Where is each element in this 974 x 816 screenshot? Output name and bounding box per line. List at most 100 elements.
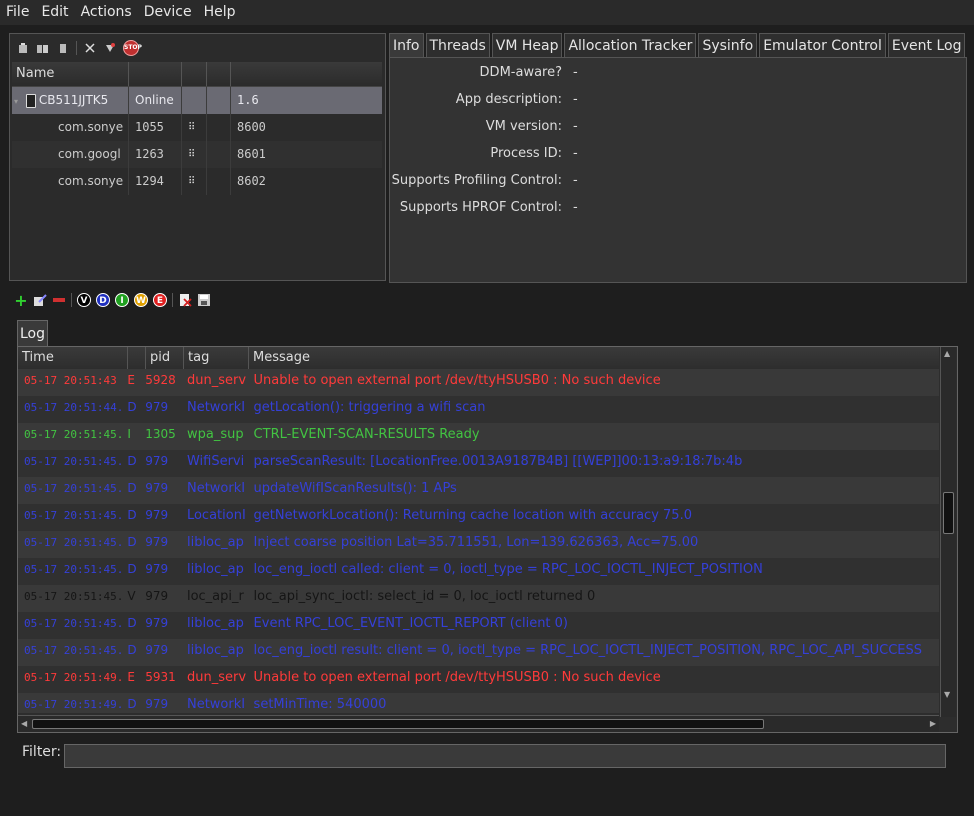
clear-log-icon[interactable]: [178, 293, 192, 307]
update-heap-icon[interactable]: [16, 41, 30, 55]
tab-threads[interactable]: Threads: [425, 33, 490, 57]
edit-filter-icon[interactable]: [33, 293, 47, 307]
log-row[interactable]: 05-17 20:51:45. D 979 libloc_ap loc_eng_ioct…: [18, 639, 939, 666]
col-extra[interactable]: [207, 62, 231, 86]
col-name[interactable]: Name: [12, 62, 129, 86]
client-port: 8602: [237, 174, 266, 188]
tab-allocation-tracker[interactable]: Allocation Tracker: [564, 33, 697, 57]
log-row[interactable]: 05-17 20:51:43 E 5928 dun_serv Unable to ope…: [18, 369, 939, 396]
expand-toggle-icon[interactable]: ▾: [14, 97, 18, 106]
log-row[interactable]: 05-17 20:51:45. I 1305 wpa_sup CTRL-EVENT-SC…: [18, 423, 939, 450]
log-vertical-scrollbar[interactable]: ▲ ▼: [940, 347, 956, 717]
log-row[interactable]: 05-17 20:51:45. D 979 libloc_ap Inject coars…: [18, 531, 939, 558]
client-c4: [207, 141, 231, 168]
client-name: com.sonye: [12, 114, 129, 141]
device-panel: STOP Name ▾ CB511JJTK5 Online 1.6 com.so…: [9, 33, 386, 281]
info-label: DDM-aware?: [479, 65, 562, 80]
log-row[interactable]: 05-17 20:51:45. V 979 loc_api_r loc_api_sync…: [18, 585, 939, 612]
scroll-down-icon[interactable]: ▼: [944, 690, 950, 699]
client-row[interactable]: com.sonye 1294 ⠿ 8602: [12, 168, 382, 195]
log-row[interactable]: 05-17 20:51:44. D 979 NetworkI getLocation()…: [18, 396, 939, 423]
menu-edit[interactable]: Edit: [35, 0, 74, 25]
info-row: Process ID: -: [390, 140, 966, 167]
scroll-left-icon[interactable]: ◀: [21, 719, 27, 728]
scroll-up-icon[interactable]: ▲: [944, 349, 950, 358]
info-row: Supports HPROF Control: -: [390, 194, 966, 221]
log-pid: 1305: [145, 427, 176, 441]
cause-gc-icon[interactable]: [83, 41, 97, 55]
menu-help[interactable]: Help: [198, 0, 242, 25]
log-level: D: [127, 481, 137, 495]
log-row[interactable]: 05-17 20:51:49. D 979 NetworkI setMinTime: 5…: [18, 693, 939, 713]
col-port[interactable]: [231, 62, 382, 86]
client-port: 8601: [237, 147, 266, 161]
col-status[interactable]: [129, 62, 182, 86]
client-row[interactable]: com.googl 1263 ⠿ 8601: [12, 141, 382, 168]
scroll-thumb[interactable]: [32, 719, 764, 729]
tab-sysinfo[interactable]: Sysinfo: [698, 33, 758, 57]
info-row: VM version: -: [390, 113, 966, 140]
col-time[interactable]: Time: [18, 347, 128, 369]
menu-file[interactable]: File: [0, 0, 35, 25]
log-level-info-button[interactable]: I: [115, 293, 129, 307]
save-log-icon[interactable]: [197, 293, 211, 307]
log-message: getLocation(): triggering a wifi scan: [253, 400, 486, 415]
tab-emulator-control[interactable]: Emulator Control: [759, 33, 886, 57]
scroll-thumb[interactable]: [943, 492, 954, 534]
stop-process-icon[interactable]: STOP: [123, 40, 142, 56]
menu-actions[interactable]: Actions: [75, 0, 138, 25]
log-row[interactable]: 05-17 20:51:45. D 979 libloc_ap loc_eng_ioct…: [18, 558, 939, 585]
client-name: com.googl: [12, 141, 129, 168]
tab-log[interactable]: Log: [17, 320, 48, 346]
log-message: getNetworkLocation(): Returning cache lo…: [253, 508, 692, 523]
log-level-error-button[interactable]: E: [153, 293, 167, 307]
log-level-verbose-button[interactable]: V: [77, 293, 91, 307]
tab-vm-heap[interactable]: VM Heap: [491, 33, 563, 57]
log-row[interactable]: 05-17 20:51:49. E 5931 dun_serv Unable to op…: [18, 666, 939, 693]
info-label: Supports Profiling Control:: [391, 173, 562, 188]
log-row[interactable]: 05-17 20:51:45. D 979 WifiServi parseScanRes…: [18, 450, 939, 477]
tab-event-log[interactable]: Event Log: [887, 33, 966, 57]
log-pid: 5931: [145, 670, 176, 684]
scroll-right-icon[interactable]: ▶: [930, 719, 936, 728]
dump-hprof-icon[interactable]: [56, 41, 70, 55]
client-c4: [207, 114, 231, 141]
log-horizontal-scrollbar[interactable]: ◀ ▶: [18, 715, 939, 732]
log-level: V: [127, 589, 136, 603]
info-value: -: [573, 146, 578, 161]
col-tag[interactable]: tag: [184, 347, 249, 369]
log-level-warn-button[interactable]: W: [134, 293, 148, 307]
client-pid: 1263: [129, 141, 182, 168]
log-toolbar: + V D I W E: [14, 290, 211, 310]
delete-filter-icon[interactable]: [52, 293, 66, 307]
log-time: 05-17 20:51:45.: [24, 482, 124, 495]
col-debug[interactable]: [182, 62, 207, 86]
add-filter-icon[interactable]: +: [14, 291, 28, 310]
log-level-debug-button[interactable]: D: [96, 293, 110, 307]
log-row[interactable]: 05-17 20:51:45. D 979 LocationI getNetworkLo…: [18, 504, 939, 531]
device-table-header: Name: [12, 62, 382, 87]
log-time: 05-17 20:51:45.: [24, 563, 124, 576]
toolbar-separator: [71, 293, 72, 307]
log-message: Inject coarse position Lat=35.711551, Lo…: [253, 535, 699, 550]
client-row[interactable]: com.sonye 1055 ⠿ 8600: [12, 114, 382, 141]
log-row[interactable]: 05-17 20:51:45. D 979 NetworkI updateWifISca…: [18, 477, 939, 504]
menu-device[interactable]: Device: [138, 0, 198, 25]
start-method-profiling-icon[interactable]: [103, 41, 117, 55]
filter-input[interactable]: [64, 744, 946, 768]
log-pid: 979: [145, 697, 169, 711]
log-pid: 979: [145, 616, 169, 630]
info-label: App description:: [455, 92, 562, 107]
col-pid[interactable]: pid: [146, 347, 184, 369]
device-row[interactable]: ▾ CB511JJTK5 Online 1.6: [12, 87, 382, 114]
log-time: 05-17 20:51:45.: [24, 428, 124, 441]
info-label: VM version:: [485, 119, 562, 134]
col-message[interactable]: Message: [249, 347, 939, 369]
log-row[interactable]: 05-17 20:51:45. D 979 libloc_ap Event RPC_LO…: [18, 612, 939, 639]
update-threads-icon[interactable]: [36, 41, 50, 55]
log-message: loc_eng_ioctl called: client = 0, ioctl_…: [253, 562, 763, 577]
log-message: setMinTime: 540000: [253, 697, 387, 712]
tab-info[interactable]: Info: [389, 33, 424, 57]
col-level[interactable]: [128, 347, 146, 369]
log-tag: loc_api_r: [186, 589, 244, 604]
